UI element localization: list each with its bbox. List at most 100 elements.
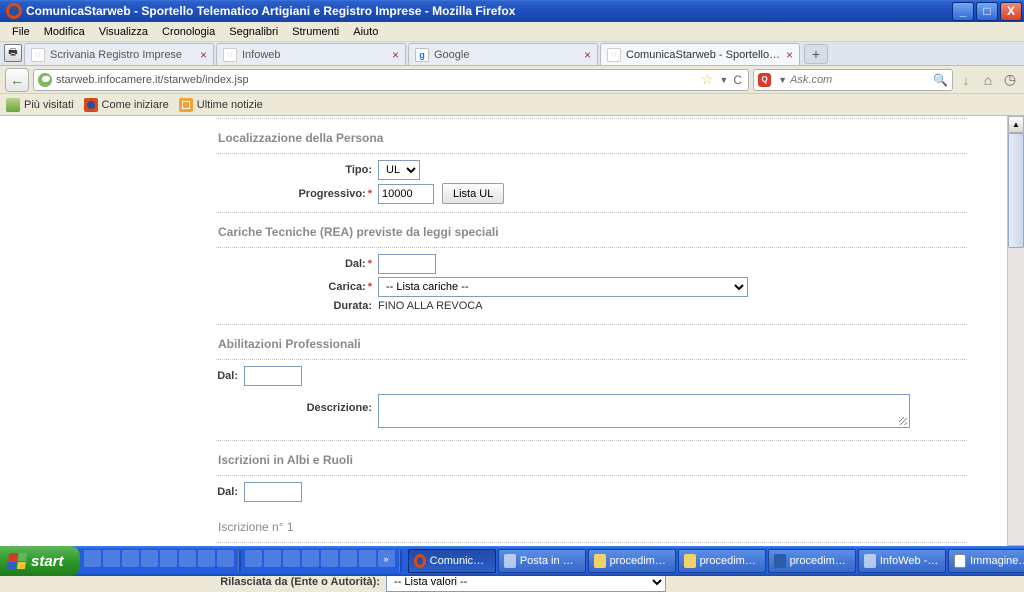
abil-dal-input[interactable] xyxy=(244,366,302,386)
tab-close-icon[interactable]: × xyxy=(388,48,399,62)
ql-icon[interactable] xyxy=(283,550,300,567)
task-paint[interactable]: Immagine - ... xyxy=(948,549,1024,573)
window-close-button[interactable]: X xyxy=(1000,2,1022,21)
left-gutter xyxy=(0,116,216,562)
reload-icon[interactable]: C xyxy=(731,73,744,87)
print-icon[interactable]: 🖶 xyxy=(4,44,22,62)
ask-icon: Q xyxy=(758,73,771,87)
globe-icon xyxy=(38,73,52,87)
durata-label: Durata: xyxy=(216,300,378,312)
carica-select[interactable]: -- Lista cariche -- xyxy=(378,277,748,297)
rilasciata-label: Rilasciata da (Ente o Autorità): xyxy=(216,576,386,588)
ql-icon[interactable] xyxy=(122,550,139,567)
progressivo-label: Progressivo:* xyxy=(216,188,378,200)
back-button[interactable]: ← xyxy=(5,68,29,92)
word-icon xyxy=(774,554,786,568)
firefox-icon xyxy=(84,98,98,112)
task-firefox[interactable]: ComunicaSt... xyxy=(408,549,496,573)
ql-icon[interactable] xyxy=(160,550,177,567)
scroll-track[interactable] xyxy=(1008,133,1024,545)
rss-icon xyxy=(179,98,193,112)
bookmark-piu-visitati[interactable]: Più visitati xyxy=(6,98,74,112)
history-icon[interactable]: ◷ xyxy=(1001,71,1019,89)
menu-aiuto[interactable]: Aiuto xyxy=(347,24,384,40)
downloads-icon[interactable]: ↓ xyxy=(957,71,975,89)
paint-icon xyxy=(954,554,967,568)
menu-file[interactable]: File xyxy=(6,24,36,40)
form-area: Localizzazione della Persona Tipo: UL Pr… xyxy=(216,116,1007,562)
tab-label: Infoweb xyxy=(242,49,388,61)
tab-label: ComunicaStarweb - Sportello Telematico .… xyxy=(626,49,782,61)
folder-icon xyxy=(594,554,606,568)
task-folder[interactable]: procediment... xyxy=(678,549,766,573)
search-box[interactable]: Q ▼ 🔍 xyxy=(753,69,953,91)
task-label: procediment... xyxy=(610,555,670,567)
ql-icon[interactable] xyxy=(198,550,215,567)
tab-infoweb[interactable]: ◌ Infoweb × xyxy=(216,43,406,65)
search-input[interactable] xyxy=(790,74,933,86)
ql-chevron-icon[interactable]: » xyxy=(378,550,395,567)
menu-visualizza[interactable]: Visualizza xyxy=(93,24,154,40)
vertical-scrollbar[interactable]: ▲ ▼ xyxy=(1007,116,1024,562)
progressivo-input[interactable] xyxy=(378,184,434,204)
url-toolbar: ← ☆ ▼ C Q ▼ 🔍 ↓ ⌂ ◷ xyxy=(0,66,1024,94)
lista-ul-button[interactable]: Lista UL xyxy=(442,183,504,204)
bookmarks-bar: Più visitati Come iniziare Ultime notizi… xyxy=(0,94,1024,116)
tab-scrivania[interactable]: ◌ Scrivania Registro Imprese × xyxy=(24,43,214,65)
window-minimize-button[interactable]: _ xyxy=(952,2,974,21)
task-folder[interactable]: procediment... xyxy=(588,549,676,573)
scroll-up-button[interactable]: ▲ xyxy=(1008,116,1024,133)
ql-icon[interactable] xyxy=(245,550,262,567)
tab-close-icon[interactable]: × xyxy=(580,48,591,62)
search-icon[interactable]: 🔍 xyxy=(933,73,948,87)
task-label: InfoWeb - D... xyxy=(880,555,940,567)
section-localizzazione: Localizzazione della Persona xyxy=(216,125,967,151)
ql-icon[interactable] xyxy=(302,550,319,567)
ql-icon[interactable] xyxy=(217,550,234,567)
tab-google[interactable]: g Google × xyxy=(408,43,598,65)
tab-close-icon[interactable]: × xyxy=(196,48,207,62)
bookmark-label: Come iniziare xyxy=(102,99,169,111)
start-button[interactable]: start xyxy=(0,546,80,576)
ql-icon[interactable] xyxy=(84,550,101,567)
menu-segnalibri[interactable]: Segnalibri xyxy=(223,24,284,40)
task-infoweb[interactable]: InfoWeb - D... xyxy=(858,549,946,573)
window-maximize-button[interactable]: □ xyxy=(976,2,998,21)
menu-strumenti[interactable]: Strumenti xyxy=(286,24,345,40)
bookmark-ultime-notizie[interactable]: Ultime notizie xyxy=(179,98,263,112)
tab-close-icon[interactable]: × xyxy=(782,48,793,62)
new-tab-button[interactable]: + xyxy=(804,44,828,64)
menu-modifica[interactable]: Modifica xyxy=(38,24,91,40)
windows-logo-icon xyxy=(7,553,27,569)
task-word[interactable]: procediment... xyxy=(768,549,856,573)
ql-icon[interactable] xyxy=(103,550,120,567)
url-input[interactable] xyxy=(56,74,698,86)
url-dropdown-icon[interactable]: ▼ xyxy=(716,75,731,85)
task-mail[interactable]: Posta in arri... xyxy=(498,549,586,573)
tab-comunica[interactable]: ◌ ComunicaStarweb - Sportello Telematico… xyxy=(600,43,800,65)
page-icon: ◌ xyxy=(607,48,621,62)
task-buttons: ComunicaSt... Posta in arri... procedime… xyxy=(408,549,1024,573)
search-engine-dropdown-icon[interactable]: ▼ xyxy=(775,75,790,85)
ql-icon[interactable] xyxy=(340,550,357,567)
mail-icon xyxy=(504,554,516,568)
page-content: Localizzazione della Persona Tipo: UL Pr… xyxy=(0,116,1024,562)
url-field[interactable]: ☆ ▼ C xyxy=(33,69,749,91)
dal-input[interactable] xyxy=(378,254,436,274)
isc-dal-input[interactable] xyxy=(244,482,302,502)
bookmark-come-iniziare[interactable]: Come iniziare xyxy=(84,98,169,112)
task-label: Posta in arri... xyxy=(520,555,580,567)
ql-icon[interactable] xyxy=(141,550,158,567)
ql-icon[interactable] xyxy=(321,550,338,567)
ql-icon[interactable] xyxy=(264,550,281,567)
descrizione-textarea[interactable] xyxy=(378,394,910,428)
tipo-select[interactable]: UL xyxy=(378,160,420,180)
scroll-thumb[interactable] xyxy=(1008,133,1024,248)
ql-icon[interactable] xyxy=(359,550,376,567)
menu-cronologia[interactable]: Cronologia xyxy=(156,24,221,40)
ql-icon[interactable] xyxy=(179,550,196,567)
bookmark-star-icon[interactable]: ☆ xyxy=(701,71,714,88)
home-icon[interactable]: ⌂ xyxy=(979,71,997,89)
task-label: Immagine - ... xyxy=(970,555,1024,567)
quick-launch: » xyxy=(80,550,408,572)
